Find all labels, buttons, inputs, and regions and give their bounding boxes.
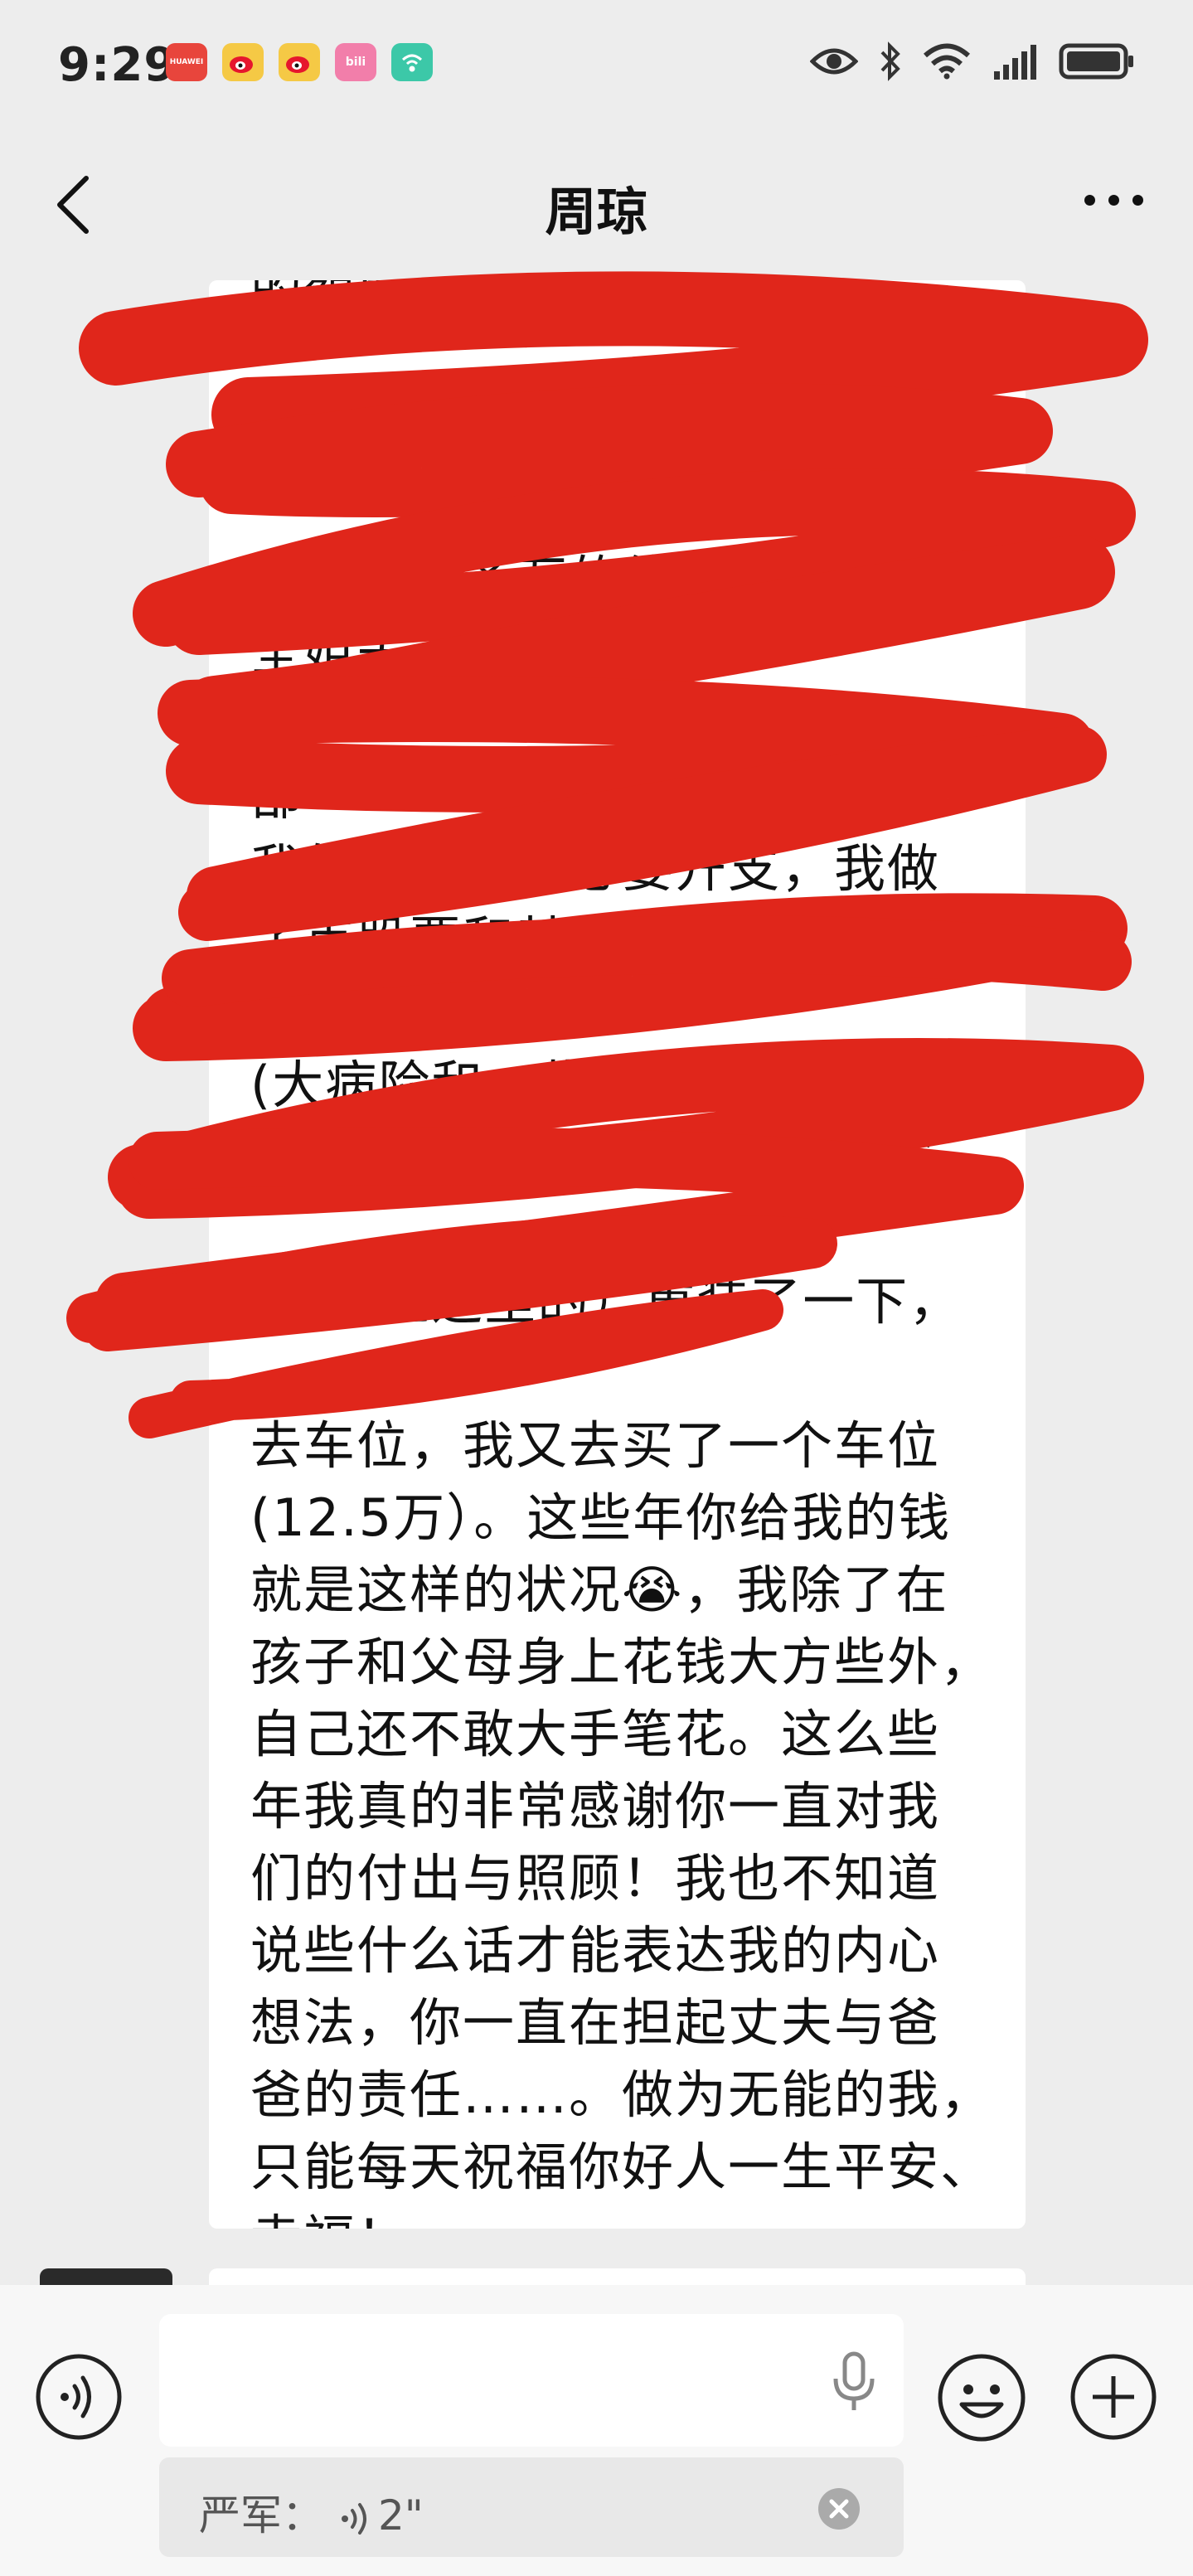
battery-icon <box>1059 43 1133 80</box>
close-quote-icon[interactable] <box>817 2487 861 2530</box>
message-line: 年我真的非常感谢你一直对我 <box>250 1776 941 1836</box>
message-line: 我的钱，除了必要开支，我做 <box>250 838 941 899</box>
message-line <box>250 327 997 400</box>
message-line: 自己还不敢大手笔花。这么些 <box>250 1704 941 1764</box>
emoji-icon[interactable] <box>937 2353 1026 2443</box>
quote-duration: 2" <box>378 2491 424 2540</box>
message-line: 首了一十多万的债务，我的钱 <box>250 550 941 610</box>
message-line: 想法，你一直在担起丈夫与爸 <box>250 1992 941 2053</box>
wifi-icon <box>924 43 970 80</box>
chat-header: 周琼 <box>0 145 1193 261</box>
message-line: 全姐夫，当 <box>250 622 516 682</box>
bluetooth-icon <box>880 41 900 81</box>
message-line: 的额度 <box>250 280 410 322</box>
quote-text: 严军： 2" <box>199 2482 424 2542</box>
message-line: 上海这几年，赚的钱我存着买 <box>250 1127 941 1187</box>
voice-message-icon <box>342 2502 366 2535</box>
message-line: 就是这样的状况😭，我除了在 <box>250 1560 949 1620</box>
status-bar: 9:29 HUAWEI bili <box>0 0 1193 133</box>
message-line: (你来过这里的）重装了一下， <box>250 1271 963 1332</box>
message-line: 幸福！ <box>250 2203 997 2229</box>
message-line: 说些什么话才能表达我的内心 <box>250 1920 941 1981</box>
message-line: 部 <box>250 766 304 827</box>
system-icons <box>810 41 1135 81</box>
bilibili-app-icon: bili <box>335 43 376 81</box>
more-options-icon[interactable] <box>1084 195 1143 206</box>
voice-mode-icon[interactable] <box>35 2353 123 2441</box>
bilibili-app-icon-label: bili <box>345 56 366 69</box>
status-time: 9:29 <box>58 38 177 92</box>
eye-icon <box>810 48 858 75</box>
message-line: 们的付出与照顾！我也不知道 <box>250 1848 941 1909</box>
message-bubble[interactable]: 的额度 首了一十多万的债务，我的钱 全姐夫，当 去 部 我的钱，除了必要开支，我… <box>209 280 1026 2229</box>
huawei-app-icon: HUAWEI <box>166 43 207 81</box>
message-line: 去车位，我又去买了一个车位 <box>250 1415 941 1476</box>
signal-icon <box>994 45 1036 80</box>
add-icon[interactable] <box>1069 2353 1157 2441</box>
wifi-share-app-icon <box>391 43 433 81</box>
message-line: 爸的责任……。做为无能的我， <box>250 2064 994 2125</box>
notification-app-icons: HUAWEI bili <box>166 43 433 81</box>
message-line: 孩子和父母身上花钱大方些外， <box>250 1632 994 1692</box>
weibo-app-icon <box>222 43 264 81</box>
message-line: 了点股票和基金投资，然后给 <box>250 910 941 971</box>
message-line <box>250 1193 997 1265</box>
message-line <box>250 400 997 472</box>
message-input[interactable] <box>159 2314 904 2447</box>
quoted-message[interactable]: 严军： 2" <box>159 2457 904 2557</box>
message-text: 的额度 首了一十多万的债务，我的钱 全姐夫，当 去 部 我的钱，除了必要开支，我… <box>250 280 997 2229</box>
chat-title: 周琼 <box>545 182 648 242</box>
message-line: (大病险和一些投资险）， <box>250 1055 831 1115</box>
message-line: (12.5万）。这些年你给我的钱 <box>250 1487 952 1548</box>
quote-sender: 严军： <box>199 2491 323 2540</box>
weibo-app-icon-2 <box>279 43 320 81</box>
input-bar: 严军： 2" <box>0 2285 1193 2576</box>
message-line: 只能每天祝福你好人一生平安、 <box>250 2137 994 2197</box>
huawei-app-icon-label: HUAWEI <box>169 58 204 66</box>
message-line: 孩子和自 <box>250 982 463 1043</box>
message-line: 去 <box>250 694 304 754</box>
message-line <box>250 1337 997 1409</box>
message-line <box>250 472 997 544</box>
microphone-icon[interactable] <box>829 2349 879 2415</box>
